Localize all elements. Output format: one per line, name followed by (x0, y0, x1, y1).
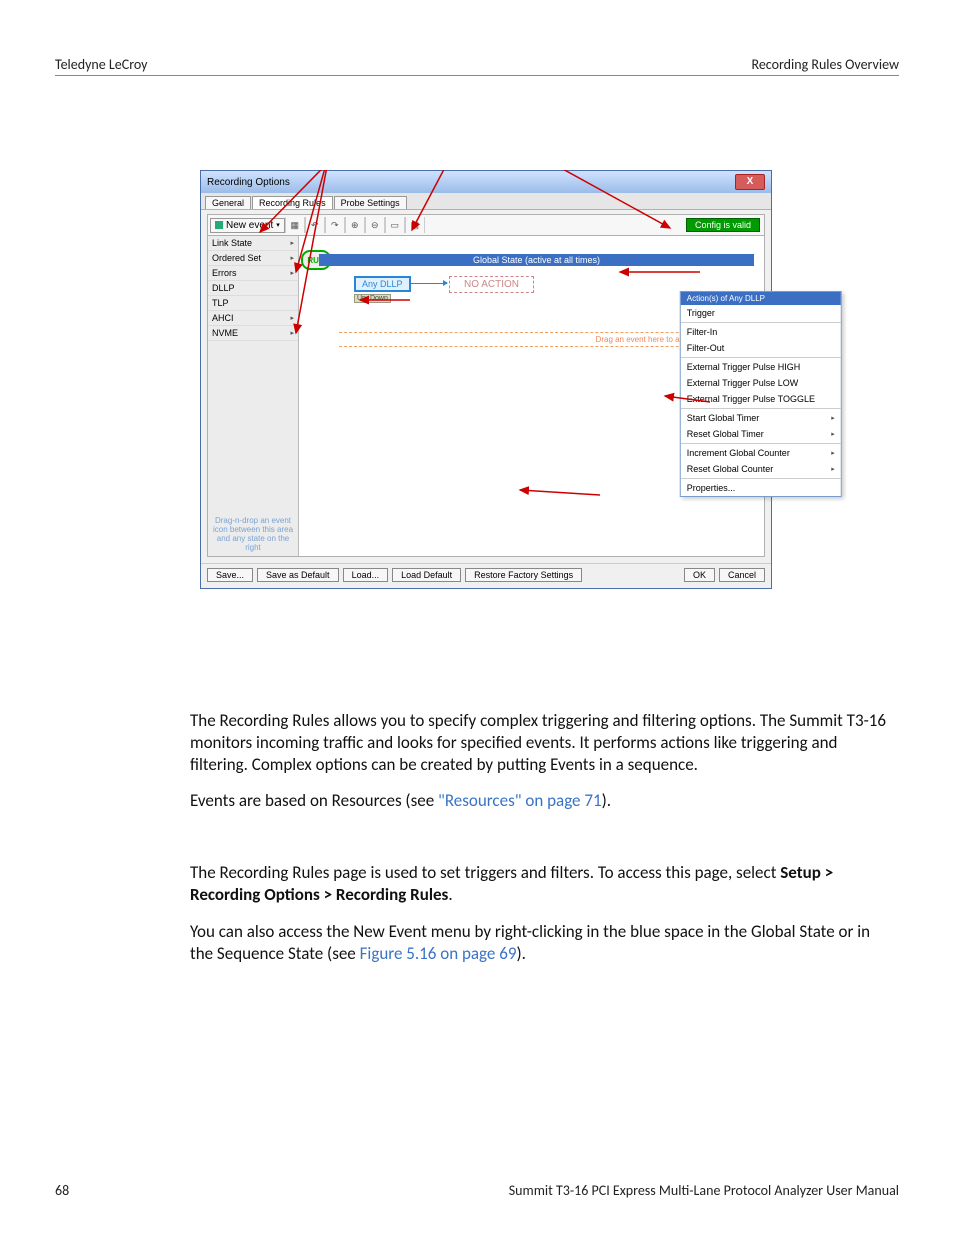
cm-increment-global-counter[interactable]: Increment Global Counter▸ (681, 445, 841, 461)
new-event-label: New event (226, 220, 273, 231)
submenu-icon: ▸ (290, 329, 294, 337)
link-figure-5-16[interactable]: Figure 5.16 on page 69 (360, 943, 517, 964)
connector-arrow (409, 283, 447, 284)
link-resources[interactable]: "Resources" on page 71 (438, 790, 602, 811)
cm-start-global-timer[interactable]: Start Global Timer▸ (681, 410, 841, 426)
submenu-icon: ▸ (290, 239, 294, 247)
submenu-icon: ▸ (831, 449, 835, 457)
actions-context-menu: Action(s) of Any DLLP Trigger Filter-In … (680, 291, 842, 497)
updown-buttons[interactable]: Up Down (354, 294, 391, 303)
figure-recording-options: Recording Options X General Recording Ru… (200, 170, 780, 589)
global-state-bar[interactable]: Global State (active at all times) (319, 254, 754, 266)
page-number: 68 (55, 1182, 69, 1199)
cm-ext-trigger-high[interactable]: External Trigger Pulse HIGH (681, 359, 841, 375)
event-cat-ordered-set[interactable]: Ordered Set▸ (208, 251, 298, 266)
new-event-button[interactable]: New event ▾ (210, 218, 285, 233)
submenu-icon: ▸ (290, 314, 294, 322)
cm-trigger[interactable]: Trigger (681, 305, 841, 321)
new-event-icon (215, 221, 223, 229)
save-as-default-button[interactable]: Save as Default (257, 568, 339, 582)
drag-drop-hint: Drag-n-drop an event icon between this a… (208, 512, 298, 556)
event-block-any-dllp[interactable]: Any DLLP (354, 276, 411, 292)
up-button[interactable]: Up (357, 295, 366, 302)
body-text: The Recording Rules allows you to specif… (190, 710, 890, 979)
config-valid-badge: Config is valid (686, 218, 760, 232)
action-block-no-action[interactable]: NO ACTION (449, 276, 534, 293)
event-cat-errors[interactable]: Errors▸ (208, 266, 298, 281)
down-button[interactable]: Down (370, 295, 388, 302)
submenu-icon: ▸ (831, 465, 835, 473)
cm-reset-global-counter[interactable]: Reset Global Counter▸ (681, 461, 841, 477)
load-default-button[interactable]: Load Default (392, 568, 461, 582)
header-right: Recording Rules Overview (751, 56, 899, 73)
tab-general[interactable]: General (205, 196, 251, 209)
undo-icon[interactable]: ↶ (305, 217, 325, 233)
toolbar-icon-1[interactable]: ▦ (285, 217, 305, 233)
dropdown-icon: ▾ (276, 221, 280, 229)
window-title: Recording Options (207, 177, 290, 188)
paragraph-2: Events are based on Resources (see "Reso… (190, 790, 890, 812)
zoom-in-icon[interactable]: ⊕ (345, 217, 365, 233)
event-cat-ahci[interactable]: AHCI▸ (208, 311, 298, 326)
load-button[interactable]: Load... (343, 568, 389, 582)
paragraph-1: The Recording Rules allows you to specif… (190, 710, 890, 776)
cm-filter-in[interactable]: Filter-In (681, 324, 841, 340)
page-footer: 68 Summit T3-16 PCI Express Multi-Lane P… (55, 1182, 899, 1199)
event-cat-link-state[interactable]: Link State▸ (208, 236, 298, 251)
paragraph-4: You can also access the New Event menu b… (190, 921, 890, 965)
fit-icon[interactable]: ▭ (385, 217, 405, 233)
event-cat-tlp[interactable]: TLP (208, 296, 298, 311)
footer-title: Summit T3-16 PCI Express Multi-Lane Prot… (509, 1182, 899, 1199)
rules-canvas[interactable]: RUN Global State (active at all times) A… (299, 236, 764, 556)
toolbar-icon-7[interactable]: ▤ (405, 217, 425, 233)
header-left: Teledyne LeCroy (55, 56, 148, 73)
cm-properties[interactable]: Properties... (681, 480, 841, 496)
zoom-out-icon[interactable]: ⊖ (365, 217, 385, 233)
event-panel: Link State▸ Ordered Set▸ Errors▸ DLLP TL… (208, 236, 299, 556)
event-cat-dllp[interactable]: DLLP (208, 281, 298, 296)
submenu-icon: ▸ (831, 430, 835, 438)
save-button[interactable]: Save... (207, 568, 253, 582)
submenu-icon: ▸ (290, 269, 294, 277)
cm-ext-trigger-toggle[interactable]: External Trigger Pulse TOGGLE (681, 391, 841, 407)
cancel-button[interactable]: Cancel (719, 568, 765, 582)
redo-icon[interactable]: ↷ (325, 217, 345, 233)
button-bar: Save... Save as Default Load... Load Def… (201, 563, 771, 588)
toolbar: New event ▾ ▦ ↶ ↷ ⊕ ⊖ ▭ ▤ Config is vali… (207, 214, 765, 236)
main-area: Link State▸ Ordered Set▸ Errors▸ DLLP TL… (207, 236, 765, 557)
cm-reset-global-timer[interactable]: Reset Global Timer▸ (681, 426, 841, 442)
submenu-icon: ▸ (831, 414, 835, 422)
window: Recording Options X General Recording Ru… (200, 170, 772, 589)
submenu-icon: ▸ (290, 254, 294, 262)
page-header: Teledyne LeCroy Recording Rules Overview (55, 56, 899, 76)
event-cat-nvme[interactable]: NVME▸ (208, 326, 298, 341)
event-category-list: Link State▸ Ordered Set▸ Errors▸ DLLP TL… (208, 236, 298, 512)
ok-button[interactable]: OK (684, 568, 715, 582)
window-titlebar[interactable]: Recording Options X (201, 171, 771, 193)
restore-factory-button[interactable]: Restore Factory Settings (465, 568, 582, 582)
paragraph-3: The Recording Rules page is used to set … (190, 862, 890, 906)
cm-ext-trigger-low[interactable]: External Trigger Pulse LOW (681, 375, 841, 391)
tabs: General Recording Rules Probe Settings (201, 193, 771, 210)
context-menu-header: Action(s) of Any DLLP (681, 292, 841, 305)
tab-recording-rules[interactable]: Recording Rules (252, 196, 333, 209)
cm-filter-out[interactable]: Filter-Out (681, 340, 841, 356)
tab-probe-settings[interactable]: Probe Settings (334, 196, 407, 209)
window-close-button[interactable]: X (735, 174, 765, 190)
